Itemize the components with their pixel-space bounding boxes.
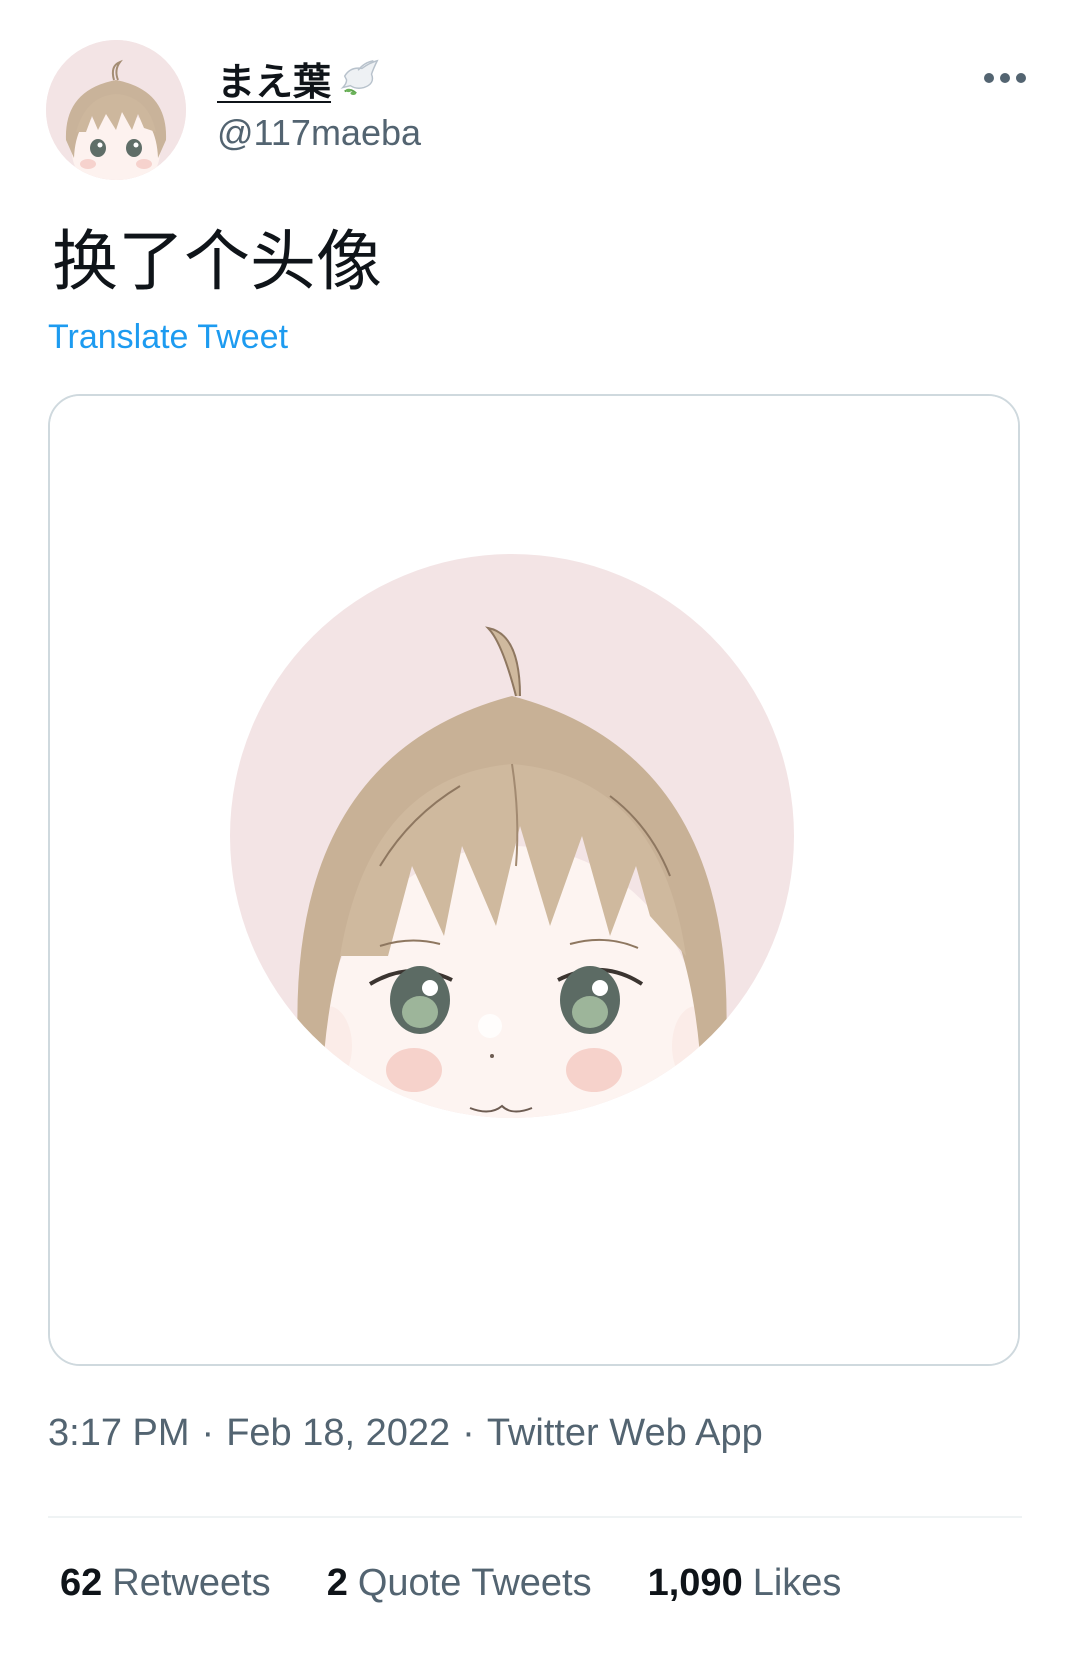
- tweet-time[interactable]: 3:17 PM: [48, 1412, 190, 1454]
- likes-label: Likes: [752, 1562, 842, 1604]
- quote-tweets-stat[interactable]: 2 Quote Tweets: [327, 1562, 592, 1605]
- anime-avatar-image: [50, 396, 1018, 1364]
- more-dots-icon: [984, 73, 1026, 83]
- separator-dot: ·: [462, 1412, 475, 1454]
- tweet-source[interactable]: Twitter Web App: [487, 1412, 763, 1454]
- retweets-label: Retweets: [112, 1562, 271, 1604]
- tweet-media-image[interactable]: [48, 394, 1020, 1366]
- translate-tweet-link[interactable]: Translate Tweet: [48, 318, 288, 357]
- likes-stat[interactable]: 1,090 Likes: [648, 1562, 842, 1605]
- separator-dot: ·: [201, 1412, 215, 1454]
- author-handle[interactable]: @117maeba: [217, 112, 421, 154]
- divider: [48, 1516, 1022, 1518]
- tweet-detail: まえ葉 @117maeba 换了个头像 Translate Tweet 3:17…: [0, 0, 1080, 1668]
- quote-tweets-count: 2: [326, 1562, 348, 1604]
- author-avatar[interactable]: [46, 40, 186, 180]
- likes-count: 1,090: [647, 1562, 743, 1604]
- dove-emoji-icon: [337, 55, 383, 101]
- quote-tweets-label: Quote Tweets: [357, 1562, 592, 1604]
- tweet-stats: 62 Retweets 2 Quote Tweets 1,090 Likes: [60, 1562, 841, 1605]
- tweet-text: 换了个头像: [52, 223, 382, 300]
- retweets-count: 62: [60, 1562, 103, 1604]
- retweets-stat[interactable]: 62 Retweets: [60, 1562, 271, 1605]
- avatar-illustration: [46, 40, 186, 180]
- tweet-date[interactable]: Feb 18, 2022: [226, 1412, 450, 1454]
- more-options-button[interactable]: [970, 58, 1040, 98]
- tweet-timestamp-line: 3:17 PM · Feb 18, 2022 · Twitter Web App: [48, 1412, 763, 1455]
- author-name-row: まえ葉: [217, 52, 383, 104]
- author-display-name[interactable]: まえ葉: [217, 51, 331, 106]
